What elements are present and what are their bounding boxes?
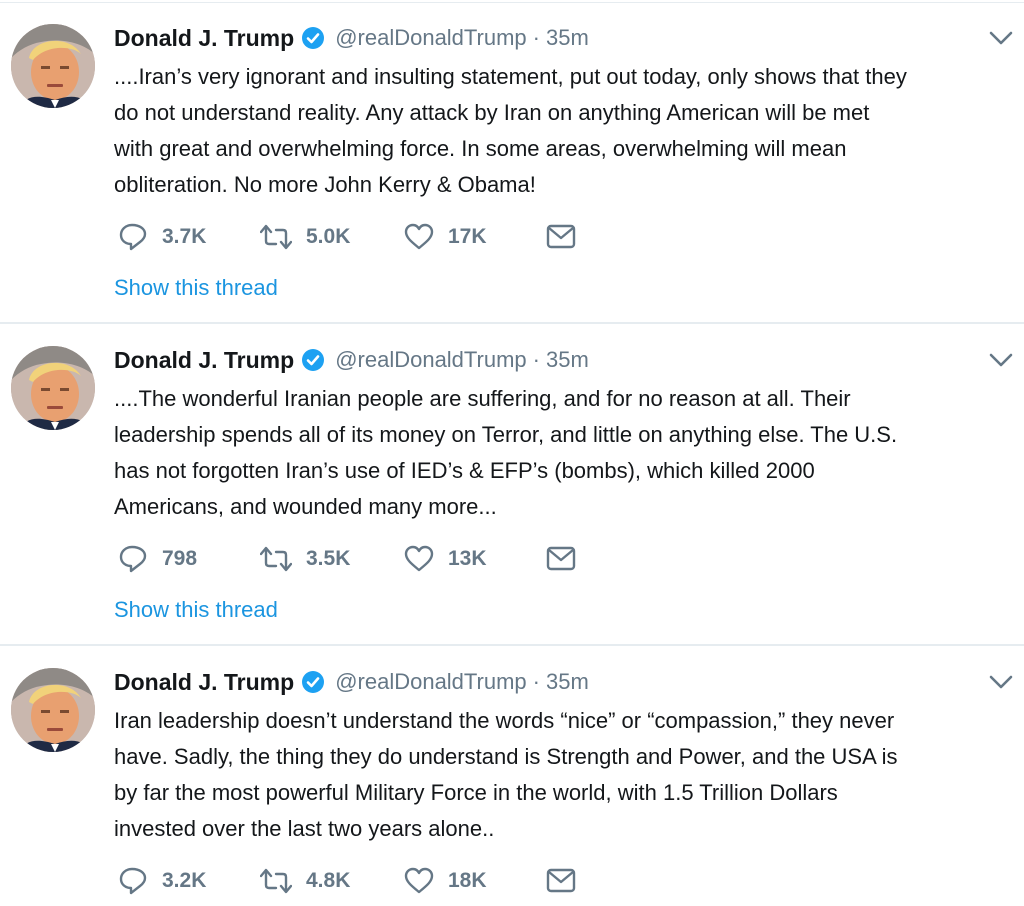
reply-button[interactable]: 3.7K [118, 217, 206, 257]
avatar[interactable] [11, 24, 95, 108]
retweet-arrows-icon [260, 866, 292, 896]
retweet-count: 3.5K [306, 547, 351, 570]
tweet-divider [0, 322, 1024, 324]
chevron-down-icon[interactable] [988, 28, 1014, 48]
reply-button[interactable]: 798 [118, 539, 197, 579]
separator-dot: · [532, 25, 540, 50]
avatar[interactable] [11, 346, 95, 430]
like-button[interactable]: 17K [404, 217, 487, 257]
display-name[interactable]: Donald J. Trump [114, 347, 294, 374]
speech-bubble-icon [118, 544, 148, 574]
like-count: 18K [448, 869, 487, 892]
user-handle[interactable]: @realDonaldTrump [335, 25, 526, 51]
verified-badge-icon [301, 26, 326, 50]
tweet-text-line: ....Iran’s very ignorant and insulting s… [114, 64, 907, 89]
envelope-icon [546, 222, 576, 252]
retweet-arrows-icon [260, 222, 292, 252]
tweet-text-line: has not forgotten Iran’s use of IED’s & … [114, 458, 815, 483]
reply-count: 3.7K [162, 225, 207, 248]
tweet-text-line: ....The wonderful Iranian people are suf… [114, 386, 851, 411]
tweet-header: Donald J. Trump @realDonaldTrump · 35m [114, 20, 589, 56]
like-count: 13K [448, 547, 487, 570]
retweet-button[interactable]: 4.8K [260, 861, 350, 901]
direct-message-button[interactable] [546, 861, 576, 901]
speech-bubble-icon [118, 222, 148, 252]
like-button[interactable]: 18K [404, 861, 487, 901]
tweet[interactable]: Donald J. Trump @realDonaldTrump · 35m I… [0, 648, 1024, 906]
tweet-header: Donald J. Trump @realDonaldTrump · 35m [114, 342, 589, 378]
display-name[interactable]: Donald J. Trump [114, 669, 294, 696]
heart-icon [404, 866, 434, 896]
retweet-count: 5.0K [306, 225, 351, 248]
separator-dot: · [532, 669, 540, 694]
display-name[interactable]: Donald J. Trump [114, 25, 294, 52]
tweet-text-line: obliteration. No more John Kerry & Obama… [114, 172, 536, 197]
separator-dot: · [532, 347, 540, 372]
timestamp[interactable]: 35m [546, 669, 589, 695]
retweet-button[interactable]: 5.0K [260, 217, 350, 257]
tweet[interactable]: Donald J. Trump @realDonaldTrump · 35m .… [0, 326, 1024, 644]
direct-message-button[interactable] [546, 539, 576, 579]
show-thread-link[interactable]: Show this thread [114, 275, 278, 301]
avatar[interactable] [11, 668, 95, 752]
user-handle[interactable]: @realDonaldTrump [335, 347, 526, 373]
like-button[interactable]: 13K [404, 539, 487, 579]
tweet[interactable]: Donald J. Trump @realDonaldTrump · 35m .… [0, 4, 1024, 322]
retweet-button[interactable]: 3.5K [260, 539, 350, 579]
user-handle[interactable]: @realDonaldTrump [335, 669, 526, 695]
like-count: 17K [448, 225, 487, 248]
direct-message-button[interactable] [546, 217, 576, 257]
heart-icon [404, 222, 434, 252]
tweet-actions: 3.7K 5.0K 17K [114, 217, 714, 257]
tweet-text: ....The wonderful Iranian people are suf… [114, 381, 1020, 525]
tweet-text-line: Iran leadership doesn’t understand the w… [114, 708, 895, 733]
verified-badge-icon [301, 670, 326, 694]
tweet-text: ....Iran’s very ignorant and insulting s… [114, 59, 1020, 203]
chevron-down-icon[interactable] [988, 350, 1014, 370]
reply-button[interactable]: 3.2K [118, 861, 206, 901]
top-divider [0, 2, 1024, 3]
timestamp[interactable]: 35m [546, 347, 589, 373]
chevron-down-icon[interactable] [988, 672, 1014, 692]
reply-count: 3.2K [162, 869, 207, 892]
tweet-actions: 798 3.5K 13K [114, 539, 714, 579]
show-thread-link[interactable]: Show this thread [114, 597, 278, 623]
tweet-text-line: with great and overwhelming force. In so… [114, 136, 847, 161]
verified-badge-icon [301, 348, 326, 372]
heart-icon [404, 544, 434, 574]
reply-count: 798 [162, 547, 198, 570]
tweet-text-line: do not understand reality. Any attack by… [114, 100, 870, 125]
tweet-text-line: have. Sadly, the thing they do understan… [114, 744, 898, 769]
tweet-text-line: Americans, and wounded many more... [114, 494, 497, 519]
tweet-divider [0, 644, 1024, 646]
speech-bubble-icon [118, 866, 148, 896]
envelope-icon [546, 866, 576, 896]
retweet-arrows-icon [260, 544, 292, 574]
tweet-text-line: invested over the last two years alone.. [114, 816, 495, 841]
tweet-text: Iran leadership doesn’t understand the w… [114, 703, 1020, 847]
retweet-count: 4.8K [306, 869, 351, 892]
tweet-text-line: leadership spends all of its money on Te… [114, 422, 898, 447]
tweet-header: Donald J. Trump @realDonaldTrump · 35m [114, 664, 589, 700]
tweet-actions: 3.2K 4.8K 18K [114, 861, 714, 901]
envelope-icon [546, 544, 576, 574]
tweet-text-line: by far the most powerful Military Force … [114, 780, 838, 805]
tweet-feed: Donald J. Trump @realDonaldTrump · 35m .… [0, 0, 1024, 906]
timestamp[interactable]: 35m [546, 25, 589, 51]
